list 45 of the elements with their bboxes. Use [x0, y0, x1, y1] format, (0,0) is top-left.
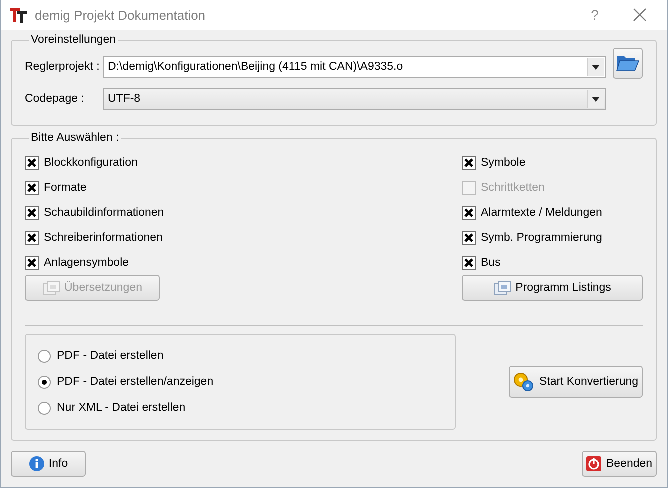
field-label: Reglerprojekt :	[25, 61, 101, 73]
start-button[interactable]: Start Konvertierung	[509, 366, 643, 398]
checkbox[interactable]	[25, 230, 39, 244]
checkbox-label: Schaubildinformationen	[44, 206, 164, 218]
quit-button[interactable]: Beenden	[582, 451, 657, 477]
app-logo-icon	[9, 6, 29, 24]
window-title: demig Projekt Dokumentation	[35, 8, 207, 22]
checkbox[interactable]	[25, 180, 39, 194]
power-icon	[586, 456, 602, 472]
checkbox-label: Alarmtexte / Meldungen	[481, 206, 602, 218]
radio-button[interactable]	[38, 350, 51, 362]
browse-button[interactable]	[613, 48, 643, 78]
combo-box[interactable]: UTF-8	[103, 88, 606, 110]
window-icon	[42, 280, 60, 296]
radio-label: PDF - Datei erstellen	[57, 350, 164, 362]
checkbox[interactable]	[25, 156, 39, 170]
window-icon	[494, 280, 512, 296]
radio-button[interactable]	[38, 402, 51, 414]
info-icon	[28, 456, 45, 472]
info-button[interactable]: Info	[11, 451, 86, 477]
checkbox-label: Symb. Programmierung	[481, 232, 602, 244]
checkbox-label: Bus	[481, 256, 501, 268]
checkbox[interactable]	[462, 230, 476, 244]
checkbox[interactable]	[462, 256, 476, 270]
field-label: Codepage :	[25, 93, 86, 105]
checkbox[interactable]	[462, 156, 476, 170]
checkbox-label: Blockkonfiguration	[44, 156, 138, 168]
combo-box[interactable]: D:\demig\Konfigurationen\Beijing (4115 mit CAN)\A9335.o	[103, 56, 606, 78]
radio-label: PDF - Datei erstellen/anzeigen	[57, 376, 214, 388]
group-title: Bitte Auswählen :	[31, 132, 120, 144]
group-title: Voreinstellungen	[31, 34, 116, 46]
checkbox-label: Formate	[44, 182, 87, 194]
folder-icon	[616, 53, 640, 73]
radio-button[interactable]	[38, 376, 51, 388]
checkbox-label: Schrittketten	[481, 182, 545, 194]
listings-button[interactable]: Programm Listings	[462, 275, 643, 301]
checkbox-label: Schreiberinformationen	[44, 232, 163, 244]
radio-label: Nur XML - Datei erstellen	[57, 402, 186, 414]
checkbox-label: Symbole	[481, 156, 526, 168]
gears-icon	[513, 372, 536, 392]
close-icon[interactable]	[633, 8, 647, 22]
checkbox-label: Anlagensymbole	[44, 256, 130, 268]
checkbox[interactable]	[25, 206, 39, 220]
checkbox[interactable]	[25, 256, 39, 270]
checkbox[interactable]	[462, 206, 476, 220]
